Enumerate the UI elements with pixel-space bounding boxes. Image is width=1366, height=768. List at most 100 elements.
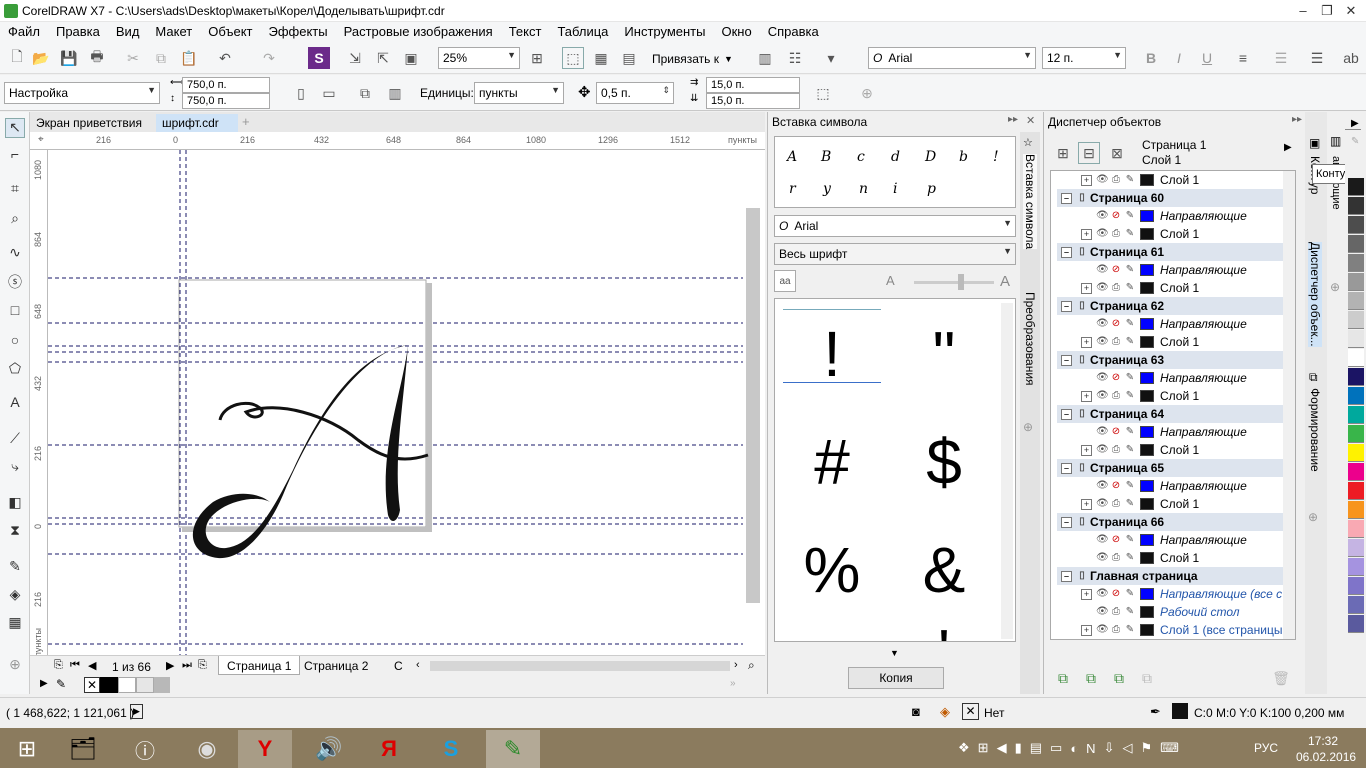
print-toggle-icon[interactable]: ⎙ [1110, 228, 1122, 240]
palette-scroll-icon[interactable]: » [730, 678, 736, 689]
corel-connect-icon[interactable]: S [308, 47, 330, 69]
snap-to-dropdown[interactable]: Привязать к ▼ [652, 52, 733, 66]
print-toggle-icon[interactable]: ⎙ [1110, 174, 1122, 186]
layer-color-swatch[interactable] [1140, 534, 1154, 546]
add-page-after-icon[interactable]: ⎘ [198, 659, 207, 672]
horizontal-scrollbar[interactable] [430, 661, 730, 671]
canvas-vertical-scrollbar[interactable] [746, 208, 760, 603]
page-tab-2[interactable]: Страница 2 [304, 659, 368, 673]
italic-icon[interactable]: I [1168, 47, 1190, 69]
last-page-icon[interactable]: ⏭ [182, 659, 192, 672]
add-docker-icon[interactable]: ⊕ [1023, 420, 1033, 434]
copy-icon[interactable]: ⧉ [150, 47, 172, 69]
horizontal-ruler[interactable]: ⌖ 216 0 216 432 648 864 1080 1296 1512 п… [30, 132, 765, 150]
page-menu-arrow-icon[interactable]: ▶ [1284, 142, 1292, 153]
visibility-icon[interactable]: 👁 [1096, 534, 1109, 546]
glyph-percent[interactable]: % [777, 517, 887, 622]
launcher-icon[interactable]: ▾ [820, 47, 842, 69]
print-toggle-icon[interactable]: ⊘ [1110, 318, 1122, 330]
tree-layer-row[interactable]: + 👁 ⊘ ✎ Направляющие (все с [1057, 585, 1289, 603]
clock-date[interactable]: 06.02.2016 [1296, 750, 1356, 764]
visibility-icon[interactable]: 👁 [1096, 624, 1109, 636]
print-toggle-icon[interactable]: ⎙ [1110, 390, 1122, 402]
windows-icon[interactable]: ⊞ [978, 740, 989, 756]
fill-none-swatch[interactable]: ✕ [962, 703, 979, 720]
palette-swatch[interactable] [1348, 235, 1364, 253]
tree-layer-row[interactable]: 👁 ⊘ ✎ Направляющие [1057, 423, 1289, 441]
tab-insert-symbol[interactable]: Вставка символа [1023, 154, 1037, 250]
print-toggle-icon[interactable]: ⎙ [1110, 498, 1122, 510]
open-icon[interactable]: 📂 [30, 47, 52, 69]
palette-swatch[interactable] [1348, 425, 1364, 443]
speaker-icon[interactable]: ◁ [1122, 740, 1132, 756]
print-toggle-icon[interactable]: ⊘ [1110, 426, 1122, 438]
interactive-fill-icon[interactable]: ◈ [5, 586, 25, 606]
tree-layer-row[interactable]: 👁 ⊘ ✎ Направляющие [1057, 531, 1289, 549]
eyedropper-icon[interactable]: ✎ [5, 558, 25, 578]
palette-swatch[interactable] [1348, 254, 1364, 272]
menu-table[interactable]: Таблица [549, 22, 616, 39]
print-icon[interactable]: 🖶 [86, 47, 108, 69]
visibility-icon[interactable]: 👁 [1096, 372, 1109, 384]
export-icon[interactable]: ⇱ [372, 47, 394, 69]
nudge-distance-input[interactable]: 0,5 п. ⇕ [596, 82, 674, 104]
next-page-icon[interactable]: ▶ [166, 659, 174, 672]
file-explorer-icon[interactable]: 🗂 [56, 730, 110, 768]
layer-color-swatch[interactable] [1140, 444, 1154, 456]
previous-page-icon[interactable]: ◀ [88, 659, 96, 672]
collapse-icon[interactable]: – [1061, 246, 1072, 258]
duplicate-x-input[interactable]: 15,0 п. [706, 77, 800, 93]
expand-more-icon[interactable]: ▼ [890, 648, 899, 658]
edit-toggle-icon[interactable]: ✎ [1124, 318, 1136, 330]
tree-layer-row[interactable]: + 👁 ⎙ ✎ Слой 1 (все страницы [1057, 621, 1289, 639]
layer-color-swatch[interactable] [1140, 390, 1154, 402]
page-width-input[interactable]: 750,0 п. [182, 77, 270, 93]
calligraphic-letter-a[interactable] [192, 345, 429, 559]
onenote-icon[interactable]: N [1086, 741, 1095, 756]
tree-layer-row[interactable]: + 👁 ⎙ ✎ Слой 1 [1057, 441, 1289, 459]
palette-swatch[interactable] [1348, 558, 1364, 576]
collapse-icon[interactable]: – [1061, 570, 1072, 582]
tree-layer-row[interactable]: + 👁 ⎙ ✎ Слой 1 [1057, 171, 1289, 189]
polygon-tool-icon[interactable]: ⬠ [5, 360, 25, 380]
recent-glyph[interactable]: A [787, 149, 797, 165]
add-docker-icon[interactable]: ⊕ [1308, 510, 1318, 524]
add-docker-icon[interactable]: ⊕ [1330, 280, 1340, 294]
palette-swatch[interactable] [1348, 178, 1364, 196]
language-indicator[interactable]: РУС [1254, 741, 1278, 755]
expand-icon[interactable]: + [1081, 174, 1092, 186]
add-tab-icon[interactable]: + [242, 114, 250, 129]
object-tree-scrollbar[interactable] [1283, 171, 1295, 639]
zoom-page-icon[interactable]: ⊞ [526, 47, 548, 69]
symbol-subset-select[interactable]: Весь шрифт ▼ [774, 243, 1016, 265]
palette-swatch[interactable] [1348, 501, 1364, 519]
expand-icon[interactable]: + [1081, 444, 1092, 456]
recent-glyph[interactable]: ! [993, 149, 999, 165]
zoom-navigator-icon[interactable]: ⌕ [748, 658, 755, 673]
font-family-select[interactable]: O Arial ▼ [868, 47, 1036, 69]
tree-layer-row[interactable]: 👁 ⊘ ✎ Направляющие [1057, 207, 1289, 225]
tree-layer-row[interactable]: 👁 ⊘ ✎ Направляющие [1057, 261, 1289, 279]
glyph-grid[interactable]: ! " # $ % & ' [774, 298, 1016, 642]
print-toggle-icon[interactable]: ⎙ [1110, 282, 1122, 294]
visibility-icon[interactable]: 👁 [1096, 390, 1109, 402]
page-tab-1[interactable]: Страница 1 [218, 656, 301, 675]
paste-icon[interactable]: 📋 [178, 47, 200, 69]
update-icon[interactable]: ◐ [1070, 741, 1078, 756]
show-guidelines-icon[interactable]: ▤ [618, 47, 640, 69]
recent-glyph[interactable]: r [789, 181, 796, 197]
network-icon[interactable]: ▮ [1015, 740, 1022, 756]
move-layer-icon[interactable]: ⧉ [1136, 667, 1158, 689]
visibility-icon[interactable]: 👁 [1096, 174, 1109, 186]
layer-color-swatch[interactable] [1140, 588, 1154, 600]
add-toolbar-item-icon[interactable]: ⊕ [856, 82, 878, 104]
bullet-list-icon[interactable]: ☰ [1270, 47, 1292, 69]
print-toggle-icon[interactable]: ⊘ [1110, 480, 1122, 492]
glyph-grid-scrollbar[interactable] [1001, 303, 1013, 639]
cut-icon[interactable]: ✂ [122, 47, 144, 69]
visibility-icon[interactable]: 👁 [1096, 426, 1109, 438]
object-properties-tab-icon[interactable]: ▣ [1309, 136, 1320, 150]
menu-tools[interactable]: Инструменты [616, 22, 713, 39]
vertical-ruler[interactable]: 1080 864 648 432 216 0 216 пункты [30, 150, 48, 657]
edit-toggle-icon[interactable]: ✎ [1124, 282, 1136, 294]
